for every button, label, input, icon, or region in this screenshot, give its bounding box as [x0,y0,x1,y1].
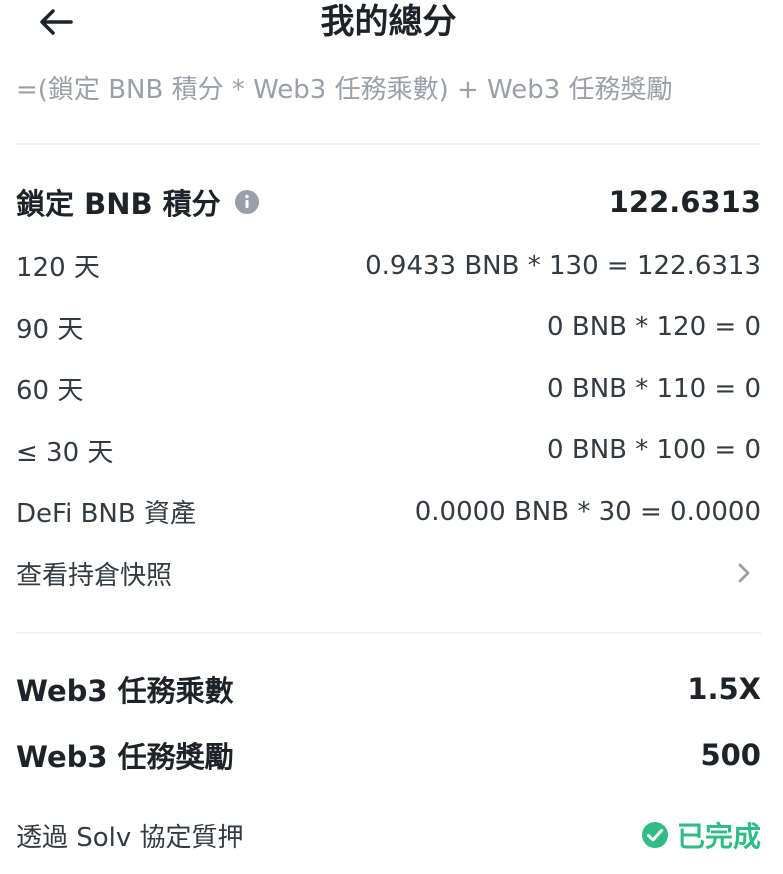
header: 我的總分 [16,0,761,52]
task-status-label: 已完成 [676,820,761,853]
solv-staking-task-row: 透過 Solv 協定質押 已完成 [16,800,761,870]
lock-tier-label: 90 天 [16,314,84,345]
locked-bnb-points-total: 122.6313 [608,185,761,219]
lock-tier-value: 0.9433 BNB * 130 = 122.6313 [365,250,761,281]
web3-task-section: Web3 任務乘數 1.5X Web3 任務獎勵 500 透過 Solv 協定質… [16,656,761,870]
locked-bnb-points-label: 鎖定 BNB 積分 [16,187,221,221]
web3-multiplier-value: 1.5X [687,672,761,706]
web3-multiplier-row: Web3 任務乘數 1.5X [16,656,761,722]
my-total-score-page: 我的總分 =(鎖定 BNB 積分 * Web3 任務乘數) + Web3 任務獎… [0,0,783,874]
task-status-badge: 已完成 [641,815,761,855]
lock-tier-label: 60 天 [16,376,84,407]
divider [16,143,761,145]
lock-tier-row: 90 天 0 BNB * 120 = 0 [16,297,761,359]
locked-bnb-section: 鎖定 BNB 積分 122.6313 120 天 0.9433 BNB * 13… [16,169,761,604]
view-holdings-snapshot-link[interactable]: 查看持倉快照 [16,543,761,605]
lock-tier-row: 60 天 0 BNB * 110 = 0 [16,358,761,420]
web3-reward-value: 500 [700,738,761,772]
lock-tier-row: ≤ 30 天 0 BNB * 100 = 0 [16,420,761,482]
lock-tier-row: 120 天 0.9433 BNB * 130 = 122.6313 [16,235,761,297]
arrow-left-icon [39,9,73,39]
lock-tier-label: 120 天 [16,253,100,284]
divider [16,632,761,634]
web3-reward-label: Web3 任務獎勵 [16,740,234,774]
web3-multiplier-label: Web3 任務乘數 [16,674,234,708]
solv-staking-task-label: 透過 Solv 協定質押 [16,822,244,853]
locked-bnb-points-row: 鎖定 BNB 積分 122.6313 [16,169,761,235]
score-formula: =(鎖定 BNB 積分 * Web3 任務乘數) + Web3 任務獎勵 [16,75,673,105]
lock-tier-value: 0 BNB * 120 = 0 [547,312,761,343]
web3-reward-row: Web3 任務獎勵 500 [16,722,761,788]
info-icon[interactable] [234,190,259,214]
lock-tier-label: DeFi BNB 資產 [16,499,196,530]
lock-tier-value: 0 BNB * 110 = 0 [547,373,761,404]
lock-tier-label: ≤ 30 天 [16,437,114,468]
page-title: 我的總分 [320,2,457,42]
chevron-right-icon [737,562,751,584]
back-button[interactable] [34,2,78,46]
lock-tier-value: 0 BNB * 100 = 0 [547,435,761,466]
defi-bnb-row: DeFi BNB 資產 0.0000 BNB * 30 = 0.0000 [16,481,761,543]
lock-tier-value: 0.0000 BNB * 30 = 0.0000 [414,496,761,527]
check-circle-icon [641,821,669,849]
view-holdings-snapshot-label: 查看持倉快照 [16,560,173,591]
